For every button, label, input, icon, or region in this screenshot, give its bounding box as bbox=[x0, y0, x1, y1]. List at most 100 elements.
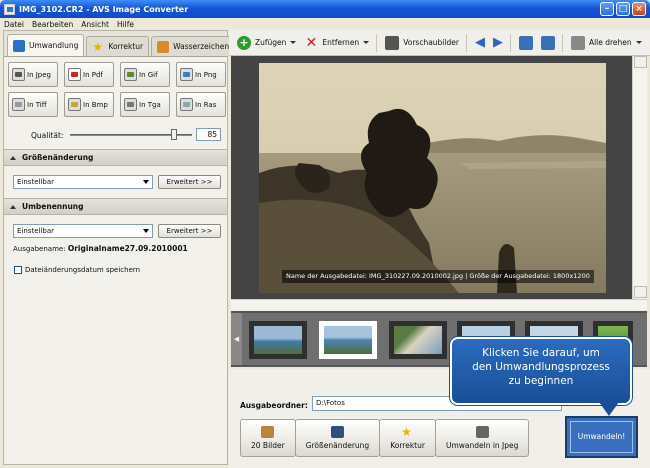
format-label: In Tga bbox=[139, 100, 161, 109]
step-correction[interactable]: ★ Korrektur bbox=[379, 419, 436, 457]
step-images[interactable]: 20 Bilder bbox=[240, 419, 296, 457]
minimize-button[interactable]: – bbox=[600, 2, 614, 16]
checkbox-box[interactable] bbox=[14, 266, 22, 274]
format-gif-button[interactable]: In Gif bbox=[120, 62, 170, 87]
help-callout: Klicken Sie darauf, um den Umwandlungspr… bbox=[450, 337, 632, 405]
tiff-icon bbox=[12, 98, 25, 111]
format-tga-button[interactable]: In Tga bbox=[120, 92, 170, 117]
format-jpeg-button[interactable]: In Jpeg bbox=[8, 62, 58, 87]
quality-value-field[interactable]: 85 bbox=[196, 128, 221, 141]
format-png-button[interactable]: In Png bbox=[176, 62, 226, 87]
resize-icon bbox=[330, 426, 344, 438]
convert-button[interactable]: Umwandeln! bbox=[565, 416, 638, 458]
plus-icon: + bbox=[237, 35, 251, 50]
toolbar-label: Alle drehen bbox=[588, 38, 632, 47]
format-label: In Png bbox=[195, 70, 217, 79]
next-button[interactable]: ▶ bbox=[493, 35, 503, 50]
image-preview: Name der Ausgabedatei: IMG_310227.09.201… bbox=[231, 56, 632, 299]
toolbar-label: Zufügen bbox=[255, 38, 287, 47]
callout-line: zu beginnen bbox=[508, 375, 574, 387]
step-convert-jpeg[interactable]: Umwandeln in Jpeg bbox=[434, 419, 530, 457]
resize-section-header[interactable]: Größenänderung bbox=[4, 149, 227, 166]
thumbnail[interactable] bbox=[389, 321, 447, 359]
callout-pointer bbox=[599, 402, 619, 416]
format-buttons: In Jpeg In Pdf In Gif In Png In Tiff In … bbox=[4, 57, 227, 122]
maximize-button[interactable]: □ bbox=[616, 2, 630, 16]
rename-mode-select[interactable]: Einstellbar bbox=[13, 224, 153, 238]
horizontal-scrollbar[interactable] bbox=[231, 299, 647, 310]
window-title: IMG_3102.CR2 - AVS Image Converter bbox=[19, 4, 189, 14]
png-icon bbox=[180, 68, 193, 81]
tab-umwandlung[interactable]: Umwandlung bbox=[7, 34, 85, 56]
close-button[interactable]: × bbox=[632, 2, 646, 16]
vertical-scrollbar[interactable] bbox=[632, 56, 647, 299]
thumbnail-selected[interactable] bbox=[319, 321, 377, 359]
chevron-down-icon bbox=[143, 229, 149, 233]
gif-icon bbox=[124, 68, 137, 81]
star-icon: ★ bbox=[92, 39, 104, 54]
format-label: In Gif bbox=[139, 70, 158, 79]
select-value: Einstellbar bbox=[17, 227, 55, 235]
format-ras-button[interactable]: In Ras bbox=[176, 92, 226, 117]
format-tiff-button[interactable]: In Tiff bbox=[8, 92, 58, 117]
rename-advanced-button[interactable]: Erweitert >> bbox=[158, 224, 221, 238]
strip-prev-button[interactable]: ◀ bbox=[231, 313, 242, 365]
tab-wasserzeichen[interactable]: Wasserzeichen bbox=[151, 36, 236, 56]
output-name-label: Ausgabename: bbox=[13, 245, 66, 253]
bmp-icon bbox=[68, 98, 81, 111]
scroll-down-button[interactable] bbox=[634, 286, 647, 298]
menu-hilfe[interactable]: Hilfe bbox=[117, 20, 134, 29]
step-resize[interactable]: Größenänderung bbox=[294, 419, 381, 457]
arrow-right-icon: ▶ bbox=[492, 35, 503, 50]
pdf-icon bbox=[68, 68, 81, 81]
callout-line: den Umwandlungsprozess bbox=[472, 361, 610, 373]
keep-date-checkbox[interactable]: Dateiänderungsdatum speichern bbox=[14, 266, 140, 274]
output-name: Ausgabename: Originalname27.09.2010001 bbox=[13, 244, 188, 253]
menu-datei[interactable]: Datei bbox=[4, 20, 24, 29]
tab-label: Umwandlung bbox=[29, 41, 79, 50]
previous-button[interactable]: ◀ bbox=[475, 35, 485, 50]
format-label: In Pdf bbox=[83, 70, 103, 79]
step-label: Umwandeln in Jpeg bbox=[445, 441, 519, 450]
main-toolbar: + Zufügen ✕ Entfernen Vorschaubilder ◀ ▶… bbox=[229, 30, 650, 56]
toolbar-separator bbox=[376, 33, 378, 52]
chevron-down-icon bbox=[363, 41, 370, 44]
toolbar-label: Vorschaubilder bbox=[403, 38, 459, 47]
tab-label: Wasserzeichen bbox=[173, 42, 230, 51]
format-bmp-button[interactable]: In Bmp bbox=[64, 92, 114, 117]
rotate-right-button[interactable] bbox=[540, 35, 555, 50]
rotate-left-button[interactable] bbox=[518, 35, 533, 50]
checkbox-label: Dateiänderungsdatum speichern bbox=[25, 266, 141, 274]
rotate-right-icon bbox=[540, 35, 555, 50]
rename-section-header[interactable]: Umbenennung bbox=[4, 198, 227, 215]
ras-icon bbox=[180, 98, 193, 111]
resize-advanced-button[interactable]: Erweitert >> bbox=[158, 175, 221, 189]
remove-button[interactable]: ✕ Entfernen bbox=[304, 35, 370, 51]
add-button[interactable]: + Zufügen bbox=[237, 35, 297, 50]
tab-korrektur[interactable]: ★ Korrektur bbox=[86, 36, 150, 56]
step-label: Korrektur bbox=[390, 441, 425, 450]
tab-bar: Umwandlung ★ Korrektur Wasserzeichen bbox=[4, 31, 236, 57]
section-title: Umbenennung bbox=[22, 202, 84, 211]
chevron-down-icon bbox=[143, 180, 149, 184]
menu-ansicht[interactable]: Ansicht bbox=[81, 20, 109, 29]
rotate-left-icon bbox=[518, 35, 533, 50]
workflow-steps: 20 Bilder Größenänderung ★ Korrektur Umw… bbox=[240, 419, 560, 457]
scroll-up-button[interactable] bbox=[634, 56, 647, 68]
thumbnails-button[interactable]: Vorschaubilder bbox=[385, 35, 459, 50]
rotate-all-button[interactable]: Alle drehen bbox=[570, 35, 642, 50]
chevron-down-icon bbox=[290, 41, 297, 44]
format-pdf-button[interactable]: In Pdf bbox=[64, 62, 114, 87]
select-value: Einstellbar bbox=[17, 178, 55, 186]
thumbnail[interactable] bbox=[249, 321, 307, 359]
format-label: In Tiff bbox=[27, 100, 47, 109]
resize-mode-select[interactable]: Einstellbar bbox=[13, 175, 153, 189]
section-title: Größenänderung bbox=[22, 153, 94, 162]
quality-row: Qualität: 85 bbox=[4, 127, 227, 143]
step-label: Größenänderung bbox=[305, 441, 370, 450]
arrow-left-icon: ◀ bbox=[474, 35, 485, 50]
jpeg-camera-icon bbox=[12, 68, 25, 81]
output-file-info: Name der Ausgabedatei: IMG_310227.09.201… bbox=[282, 270, 594, 283]
quality-slider-thumb[interactable] bbox=[170, 129, 177, 140]
menu-bearbeiten[interactable]: Bearbeiten bbox=[32, 20, 73, 29]
